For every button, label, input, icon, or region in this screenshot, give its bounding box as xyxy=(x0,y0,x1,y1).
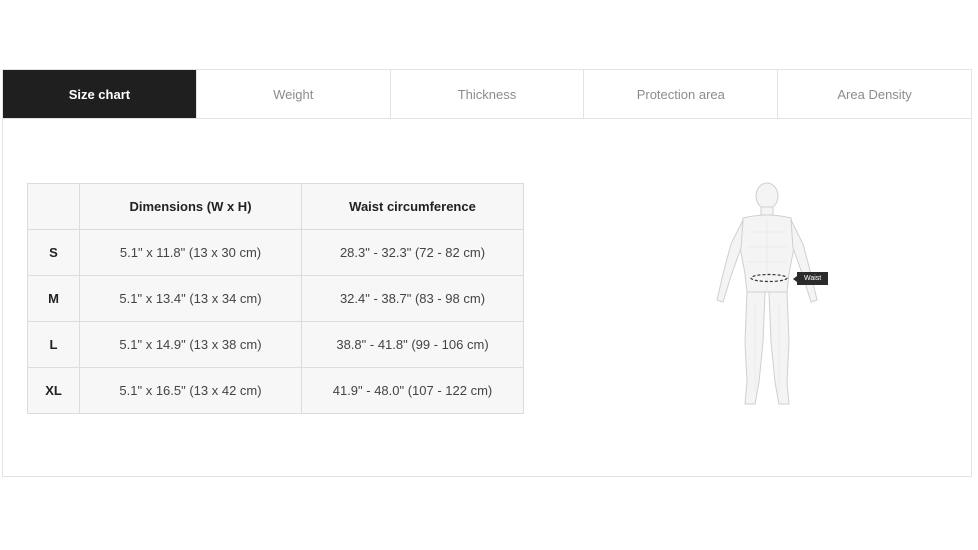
tab-size-chart[interactable]: Size chart xyxy=(3,70,197,118)
body-measurement-figure: Waist xyxy=(703,182,843,412)
dimensions-cell: 5.1" x 14.9" (13 x 38 cm) xyxy=(79,321,302,368)
table-header-row: Dimensions (W x H) Waist circumference xyxy=(27,183,524,230)
waist-cell: 41.9" - 48.0" (107 - 122 cm) xyxy=(301,367,524,414)
tab-thickness[interactable]: Thickness xyxy=(391,70,585,118)
waist-cell: 28.3" - 32.3" (72 - 82 cm) xyxy=(301,229,524,276)
table-row: L 5.1" x 14.9" (13 x 38 cm) 38.8" - 41.8… xyxy=(27,321,524,368)
table-row: M 5.1" x 13.4" (13 x 34 cm) 32.4" - 38.7… xyxy=(27,275,524,322)
size-cell: L xyxy=(27,321,80,368)
dimensions-cell: 5.1" x 16.5" (13 x 42 cm) xyxy=(79,367,302,414)
header-waist: Waist circumference xyxy=(301,183,524,230)
waist-cell: 38.8" - 41.8" (99 - 106 cm) xyxy=(301,321,524,368)
dimensions-cell: 5.1" x 11.8" (13 x 30 cm) xyxy=(79,229,302,276)
tab-protection-area[interactable]: Protection area xyxy=(584,70,779,118)
size-cell: M xyxy=(27,275,80,322)
waist-label: Waist xyxy=(792,272,829,285)
size-cell: XL xyxy=(27,367,80,414)
dimensions-cell: 5.1" x 13.4" (13 x 34 cm) xyxy=(79,275,302,322)
waist-cell: 32.4" - 38.7" (83 - 98 cm) xyxy=(301,275,524,322)
size-guide-panel: Size chart Weight Thickness Protection a… xyxy=(2,69,972,477)
tab-bar: Size chart Weight Thickness Protection a… xyxy=(3,70,971,119)
header-size xyxy=(27,183,80,230)
table-row: XL 5.1" x 16.5" (13 x 42 cm) 41.9" - 48.… xyxy=(27,367,524,414)
size-cell: S xyxy=(27,229,80,276)
human-body-icon xyxy=(716,182,818,405)
header-dimensions: Dimensions (W x H) xyxy=(79,183,302,230)
size-table: Dimensions (W x H) Waist circumference S… xyxy=(27,183,524,414)
table-row: S 5.1" x 11.8" (13 x 30 cm) 28.3" - 32.3… xyxy=(27,229,524,276)
tab-area-density[interactable]: Area Density xyxy=(778,70,971,118)
tab-weight[interactable]: Weight xyxy=(197,70,391,118)
